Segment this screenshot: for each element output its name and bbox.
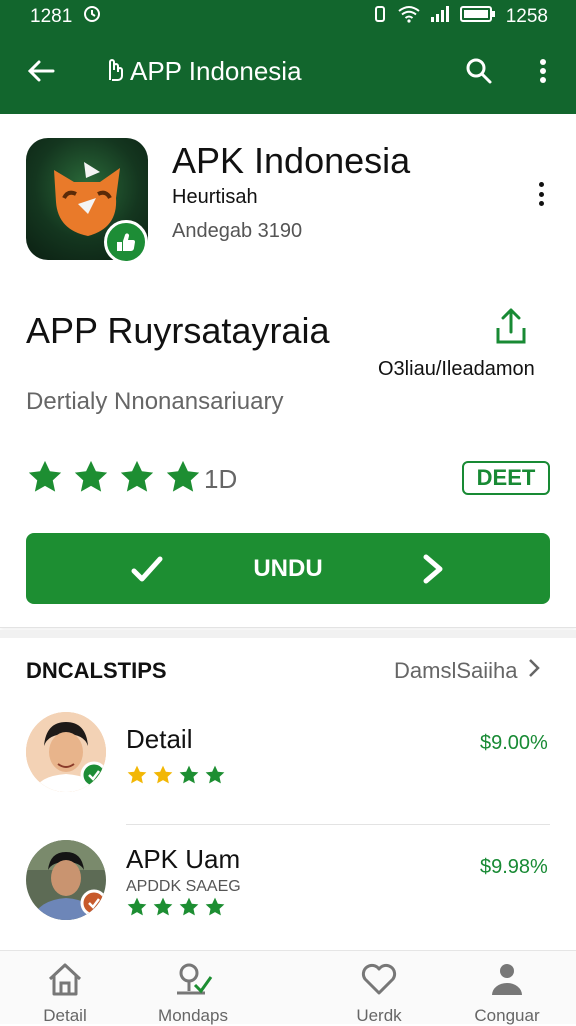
list-item[interactable]: APK Uam APDDK SAAEG $9.98% (0, 832, 576, 952)
section-title: DNCALSTIPS (26, 658, 167, 683)
check-icon (130, 553, 164, 585)
more-vert-icon[interactable] (528, 54, 558, 88)
wifi-icon (398, 5, 420, 29)
star-icon (164, 458, 202, 501)
list-item-stars (126, 896, 226, 923)
install-button-label: UNDU (253, 554, 323, 582)
battery-icon (459, 5, 496, 29)
status-time: 1281 (30, 6, 73, 27)
app-headline: APP Ruyrsatayraia (26, 310, 330, 351)
section-link-label: DamslSaiiha (394, 658, 518, 683)
chevron-right-icon (418, 553, 448, 585)
star-icon (118, 458, 156, 501)
battery-text: 1258 (505, 6, 548, 27)
list-item-title: APK Uam (126, 844, 241, 874)
verified-badge-icon (80, 761, 106, 792)
star-icon (178, 764, 200, 791)
verified-badge-icon (80, 889, 106, 920)
star-icon (178, 896, 200, 923)
heart-icon (360, 961, 398, 1002)
nav-label: Conguar (474, 1006, 540, 1025)
list-item-price: $9.00% (480, 732, 548, 754)
install-button[interactable]: UNDU (26, 533, 550, 604)
list-item[interactable]: Detail $9.00% (0, 700, 576, 825)
rating-stars (26, 458, 202, 501)
house-icon (46, 961, 84, 1002)
person-icon (488, 961, 526, 1002)
app-options-icon[interactable] (530, 180, 552, 208)
app-bar-title: APP Indonesia (104, 54, 302, 89)
star-icon (72, 458, 110, 501)
share-icon[interactable] (494, 306, 528, 346)
nav-label: Mondaps (158, 1006, 228, 1025)
nav-label: Uerdk (356, 1006, 402, 1025)
star-icon (26, 458, 64, 501)
nav-item-conguar[interactable]: Conguar (452, 961, 562, 1026)
list-item-price: $9.98% (480, 856, 548, 878)
star-icon (204, 896, 226, 923)
app-bar: APP Indonesia (0, 34, 576, 114)
app-name: APK Indonesia (172, 140, 411, 181)
bottom-nav: Detail Mondaps Uerdk Conguar (0, 950, 576, 1026)
list-item-title: Detail (126, 724, 193, 754)
app-subinfo: Andegab 3190 (172, 220, 303, 242)
vibrate-icon (372, 4, 388, 30)
list-divider (126, 824, 550, 825)
app-bar-title-text: APP Indonesia (130, 56, 302, 86)
map-pin-icon (173, 961, 213, 1002)
nav-label: Detail (43, 1006, 87, 1025)
star-icon (204, 764, 226, 791)
developer-name[interactable]: Heurtisah (172, 186, 258, 209)
star-icon (126, 896, 148, 923)
star-icon (152, 764, 174, 791)
alarm-icon (82, 4, 102, 30)
chevron-right-icon (528, 658, 540, 684)
nav-item-detail[interactable]: Detail (10, 961, 120, 1026)
search-icon[interactable] (462, 54, 496, 88)
share-label: O3liau/Ileadamon (378, 358, 535, 380)
verified-badge-icon (104, 220, 148, 264)
star-icon (152, 896, 174, 923)
section-see-all-link[interactable]: DamslSaiiha (394, 658, 540, 684)
rating-count: 1D (204, 464, 238, 494)
back-arrow-icon[interactable] (24, 54, 58, 88)
list-item-stars (126, 764, 226, 791)
detail-badge[interactable]: DEET (462, 461, 550, 495)
star-icon (126, 764, 148, 791)
section-divider (0, 630, 576, 638)
avatar (26, 712, 106, 792)
avatar (26, 840, 106, 920)
status-bar: 1281 1258 (0, 0, 576, 34)
list-item-subtitle: APDDK SAAEG (126, 878, 241, 895)
hand-icon (104, 54, 126, 89)
app-tagline: Dertialy Nnonansariuary (26, 388, 284, 415)
nav-item-mondaps[interactable]: Mondaps (138, 961, 248, 1026)
signal-icon (430, 5, 450, 29)
nav-item-uerdk[interactable]: Uerdk (324, 961, 434, 1026)
